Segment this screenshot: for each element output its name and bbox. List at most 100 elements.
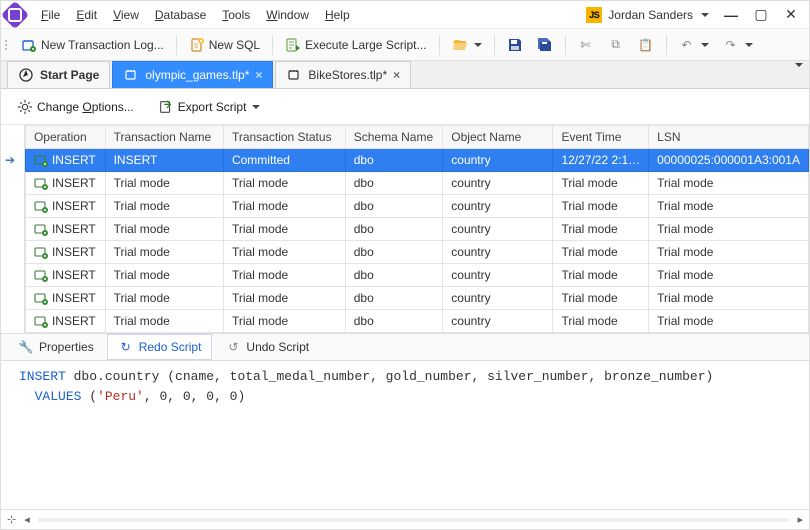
menu-file[interactable]: File: [33, 4, 68, 26]
chevron-down-icon: [745, 43, 753, 47]
table-row[interactable]: INSERTTrial modeTrial modedbocountryTria…: [25, 195, 808, 218]
toolbar-button-label: New SQL: [209, 38, 260, 52]
window-maximize-button[interactable]: ▢: [747, 6, 775, 23]
cell-value: INSERT: [105, 149, 223, 172]
sql-keyword: INSERT: [19, 369, 66, 384]
table-row[interactable]: INSERTTrial modeTrial modedbocountryTria…: [25, 218, 808, 241]
document-tab[interactable]: olympic_games.tlp* ×: [112, 61, 273, 88]
cell-value: Trial mode: [649, 172, 809, 195]
save-all-button[interactable]: [531, 34, 559, 56]
table-row[interactable]: INSERTTrial modeTrial modedbocountryTria…: [25, 264, 808, 287]
sql-script-viewer[interactable]: INSERT dbo.country (cname, total_medal_n…: [1, 361, 809, 509]
cell-value: INSERT: [52, 153, 96, 167]
log-toolbar: Change Options... Export Script: [1, 89, 809, 125]
column-header[interactable]: LSN: [649, 126, 809, 149]
tabs-overflow-button[interactable]: [793, 67, 803, 81]
tab-redo-script[interactable]: ↻ Redo Script: [107, 334, 213, 360]
cell-value: dbo: [345, 264, 443, 287]
menu-edit[interactable]: Edit: [68, 4, 105, 26]
cell-value: Trial mode: [105, 264, 223, 287]
table-row[interactable]: INSERTTrial modeTrial modedbocountryTria…: [25, 310, 808, 333]
cell-value: INSERT: [52, 245, 96, 259]
menu-database[interactable]: Database: [147, 4, 214, 26]
paste-icon: 📋: [638, 37, 654, 53]
change-options-button[interactable]: Change Options...: [11, 96, 140, 118]
redo-button[interactable]: ↷: [717, 34, 759, 56]
execute-large-script-button[interactable]: Execute Large Script...: [279, 34, 432, 56]
insert-icon: [34, 176, 48, 190]
window-minimize-button[interactable]: —: [717, 7, 745, 23]
detail-tab-bar: 🔧 Properties ↻ Redo Script ↺ Undo Script: [1, 333, 809, 361]
toolbar-button-label: Execute Large Script...: [305, 38, 426, 52]
tab-undo-script[interactable]: ↺ Undo Script: [214, 334, 320, 360]
chevron-down-icon: [701, 13, 709, 17]
table-row[interactable]: INSERTTrial modeTrial modedbocountryTria…: [25, 241, 808, 264]
insert-icon: [34, 314, 48, 328]
redo-icon: ↻: [118, 339, 134, 355]
transaction-icon: [123, 67, 139, 83]
document-tab[interactable]: BikeStores.tlp*×: [275, 61, 411, 88]
sql-text: dbo.country (cname, total_medal_number, …: [74, 369, 714, 384]
transaction-log-icon: [21, 37, 37, 53]
cell-value: INSERT: [52, 314, 96, 328]
table-row[interactable]: INSERTINSERTCommitteddbocountry12/27/22 …: [25, 149, 808, 172]
menu-tools[interactable]: Tools: [214, 4, 258, 26]
menu-view[interactable]: View: [105, 4, 147, 26]
window-close-button[interactable]: ✕: [777, 6, 805, 23]
column-header[interactable]: Object Name: [443, 126, 553, 149]
open-button[interactable]: [446, 34, 488, 56]
current-row-indicator-icon: ➔: [5, 153, 15, 167]
wrench-icon: 🔧: [18, 339, 34, 355]
cell-value: Trial mode: [223, 241, 345, 264]
sql-file-icon: S: [189, 37, 205, 53]
column-header[interactable]: Transaction Name: [105, 126, 223, 149]
cell-value: Trial mode: [105, 310, 223, 333]
horizontal-scrollbar[interactable]: [38, 514, 790, 526]
cell-value: country: [443, 264, 553, 287]
save-button[interactable]: [501, 34, 529, 56]
cell-value: Trial mode: [649, 264, 809, 287]
tab-label: Properties: [39, 340, 94, 354]
transaction-table[interactable]: OperationTransaction NameTransaction Sta…: [25, 125, 809, 333]
button-label: Export Script: [178, 100, 247, 114]
cell-value: INSERT: [52, 176, 96, 190]
paste-button[interactable]: 📋: [632, 34, 660, 56]
sql-text: (: [89, 389, 97, 404]
column-header[interactable]: Transaction Status: [223, 126, 345, 149]
cell-value: INSERT: [52, 268, 96, 282]
document-tab[interactable]: Start Page: [7, 61, 110, 88]
close-icon[interactable]: ×: [255, 68, 262, 82]
cell-value: dbo: [345, 241, 443, 264]
scroll-left-icon[interactable]: ◂: [24, 513, 30, 526]
column-header[interactable]: Operation: [25, 126, 105, 149]
undo-button[interactable]: ↶: [673, 34, 715, 56]
column-header[interactable]: Event Time: [553, 126, 649, 149]
split-view-icon[interactable]: ⊹: [7, 513, 16, 526]
cut-icon: ✄: [578, 37, 594, 53]
user-account-menu[interactable]: JS Jordan Sanders: [580, 7, 715, 23]
sql-keyword: VALUES: [35, 389, 82, 404]
folder-open-icon: [452, 37, 468, 53]
cut-button[interactable]: ✄: [572, 34, 600, 56]
copy-button[interactable]: ⧉: [602, 34, 630, 56]
menu-help[interactable]: Help: [317, 4, 358, 26]
column-header[interactable]: Schema Name: [345, 126, 443, 149]
export-script-button[interactable]: Export Script: [152, 96, 267, 118]
toolbar-button-label: New Transaction Log...: [41, 38, 164, 52]
table-row[interactable]: INSERTTrial modeTrial modedbocountryTria…: [25, 172, 808, 195]
table-row[interactable]: INSERTTrial modeTrial modedbocountryTria…: [25, 287, 808, 310]
close-icon[interactable]: ×: [393, 68, 400, 82]
cell-value: Trial mode: [649, 241, 809, 264]
cell-value: Trial mode: [553, 264, 649, 287]
menu-window[interactable]: Window: [258, 4, 317, 26]
new-transaction-log-button[interactable]: New Transaction Log...: [15, 34, 170, 56]
tab-label: olympic_games.tlp*: [145, 68, 249, 82]
redo-icon: ↷: [723, 37, 739, 53]
new-sql-button[interactable]: S New SQL: [183, 34, 266, 56]
cell-value: Trial mode: [105, 241, 223, 264]
script-file-icon: [285, 37, 301, 53]
scroll-right-icon[interactable]: ▸: [797, 513, 803, 526]
status-bar: ⊹ ◂ ▸: [1, 509, 809, 529]
tab-properties[interactable]: 🔧 Properties: [7, 334, 105, 360]
compass-icon: [18, 67, 34, 83]
